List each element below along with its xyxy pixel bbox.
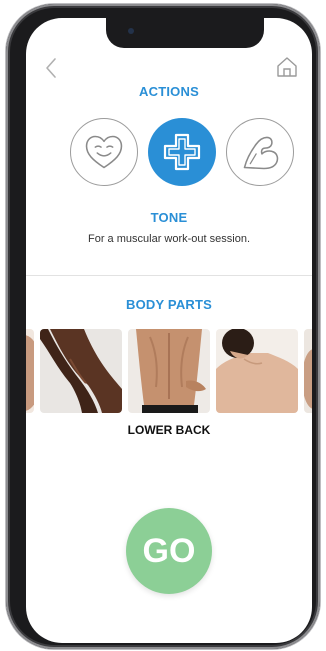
flexed-arm-icon [243, 136, 279, 170]
body-part-tile-partial-left[interactable] [26, 329, 34, 413]
body-part-tile-lower-back[interactable] [128, 329, 210, 413]
selected-action-description: For a muscular work-out session. [88, 233, 250, 245]
action-tone-button[interactable] [226, 118, 294, 186]
action-relax-button[interactable] [70, 118, 138, 186]
medical-cross-icon [163, 133, 201, 171]
selected-body-part-label: LOWER BACK [127, 423, 211, 437]
body-part-tile-legs[interactable] [40, 329, 122, 413]
go-button[interactable]: GO [126, 508, 212, 594]
body-parts-carousel[interactable] [26, 329, 312, 413]
device-frame: ACTIONS TONE For a muscular work-out ses… [0, 0, 326, 651]
actions-title: ACTIONS [139, 84, 199, 99]
divider [26, 275, 312, 276]
body-photo-image [304, 329, 312, 413]
selected-action-name: TONE [150, 210, 188, 225]
app-screen: ACTIONS TONE For a muscular work-out ses… [26, 18, 312, 643]
smiling-heart-icon [85, 135, 123, 169]
body-photo-image [26, 329, 34, 413]
body-parts-title: BODY PARTS [125, 297, 213, 312]
upper-back-photo-image [216, 329, 298, 413]
body-part-tile-upper-back[interactable] [216, 329, 298, 413]
legs-photo-image [40, 329, 122, 413]
home-icon [277, 57, 297, 77]
action-health-button[interactable] [148, 118, 216, 186]
back-button[interactable] [40, 56, 64, 80]
chevron-left-icon [46, 58, 56, 78]
body-part-tile-partial-right[interactable] [304, 329, 312, 413]
phone-notch [106, 18, 264, 48]
lower-back-photo-image [128, 329, 210, 413]
home-button[interactable] [274, 54, 300, 80]
